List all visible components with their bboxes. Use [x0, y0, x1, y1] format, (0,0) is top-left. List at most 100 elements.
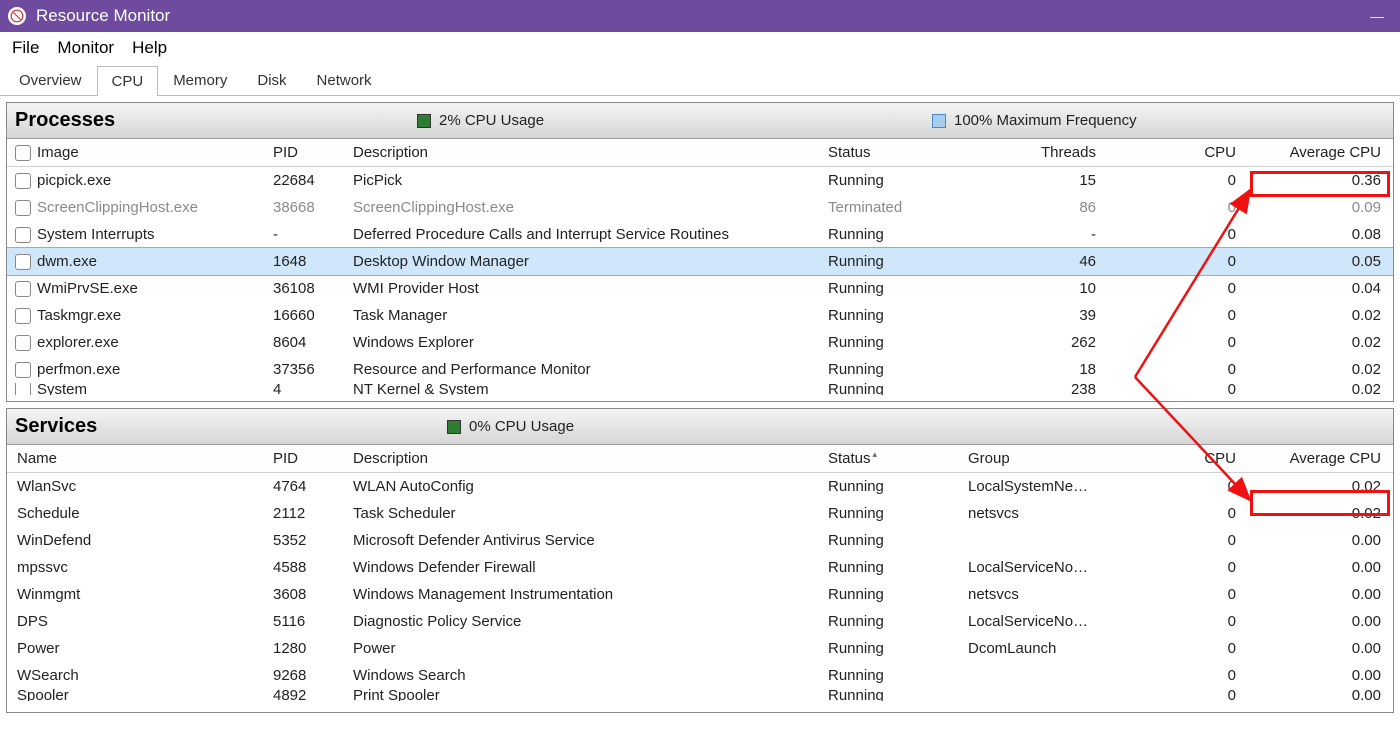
- col-pid-s[interactable]: PID: [267, 450, 347, 467]
- cell-desc: Windows Search: [347, 667, 822, 684]
- row-checkbox[interactable]: [15, 254, 31, 270]
- cell-cpu: 0: [1102, 361, 1242, 378]
- table-row[interactable]: Spooler4892Print SpoolerRunning00.00: [7, 689, 1393, 701]
- cpu-usage-text: 2% CPU Usage: [439, 112, 544, 129]
- services-cpu-swatch-icon: [447, 420, 461, 434]
- cell-desc: WMI Provider Host: [347, 280, 822, 297]
- table-row[interactable]: System Interrupts-Deferred Procedure Cal…: [7, 221, 1393, 248]
- cpu-usage-swatch-icon: [417, 114, 431, 128]
- cell-status: Running: [822, 172, 962, 189]
- menu-file[interactable]: File: [12, 38, 39, 58]
- col-group[interactable]: Group: [962, 450, 1102, 467]
- services-column-header: Name PID Description Status▴ Group CPU A…: [7, 445, 1393, 473]
- cell-cpu: 0: [1102, 253, 1242, 270]
- row-checkbox[interactable]: [15, 362, 31, 378]
- col-status[interactable]: Status: [822, 144, 962, 161]
- row-checkbox[interactable]: [15, 200, 31, 216]
- row-checkbox[interactable]: [15, 335, 31, 351]
- cell-cpu: 0: [1102, 226, 1242, 243]
- table-row[interactable]: perfmon.exe37356Resource and Performance…: [7, 356, 1393, 383]
- select-all-checkbox[interactable]: [15, 145, 31, 161]
- cell-cpu: 0: [1102, 505, 1242, 522]
- processes-header[interactable]: Processes 2% CPU Usage 100% Maximum Freq…: [7, 103, 1393, 139]
- cell-image: System: [37, 383, 87, 395]
- row-checkbox[interactable]: [15, 173, 31, 189]
- cell-cpu: 0: [1102, 640, 1242, 657]
- row-checkbox[interactable]: [15, 383, 31, 395]
- table-row[interactable]: explorer.exe8604Windows ExplorerRunning2…: [7, 329, 1393, 356]
- col-desc-s[interactable]: Description: [347, 450, 822, 467]
- cell-avg-cpu: 0.02: [1242, 505, 1387, 522]
- services-header[interactable]: Services 0% CPU Usage: [7, 409, 1393, 445]
- table-row[interactable]: dwm.exe1648Desktop Window ManagerRunning…: [7, 248, 1393, 275]
- cell-pid: 1648: [267, 253, 347, 270]
- cell-image: explorer.exe: [37, 334, 119, 351]
- tab-cpu[interactable]: CPU: [97, 66, 159, 96]
- menu-help[interactable]: Help: [132, 38, 167, 58]
- minimize-button[interactable]: —: [1370, 8, 1384, 24]
- cell-group: netsvcs: [962, 586, 1102, 603]
- cell-threads: 15: [962, 172, 1102, 189]
- table-row[interactable]: Power1280PowerRunningDcomLaunch00.00: [7, 635, 1393, 662]
- tab-memory[interactable]: Memory: [158, 65, 242, 95]
- cell-cpu: 0: [1102, 667, 1242, 684]
- table-row[interactable]: ScreenClippingHost.exe38668ScreenClippin…: [7, 194, 1393, 221]
- cell-cpu: 0: [1102, 559, 1242, 576]
- table-row[interactable]: WinDefend5352Microsoft Defender Antiviru…: [7, 527, 1393, 554]
- cell-avg-cpu: 0.08: [1242, 226, 1387, 243]
- tab-network[interactable]: Network: [302, 65, 387, 95]
- cell-status: Terminated: [822, 199, 962, 216]
- cell-desc: Power: [347, 640, 822, 657]
- col-name[interactable]: Name: [7, 450, 267, 467]
- col-description[interactable]: Description: [347, 144, 822, 161]
- menu-monitor[interactable]: Monitor: [57, 38, 114, 58]
- table-row[interactable]: Winmgmt3608Windows Management Instrument…: [7, 581, 1393, 608]
- col-status-s[interactable]: Status▴: [822, 450, 962, 467]
- cell-status: Running: [822, 383, 962, 395]
- col-avg-cpu[interactable]: Average CPU: [1242, 144, 1387, 161]
- cell-cpu: 0: [1102, 613, 1242, 630]
- cell-pid: 22684: [267, 172, 347, 189]
- titlebar: Resource Monitor —: [0, 0, 1400, 32]
- tab-overview[interactable]: Overview: [4, 65, 97, 95]
- cell-pid: 38668: [267, 199, 347, 216]
- cell-pid: -: [267, 226, 347, 243]
- table-row[interactable]: Taskmgr.exe16660Task ManagerRunning3900.…: [7, 302, 1393, 329]
- table-row[interactable]: DPS5116Diagnostic Policy ServiceRunningL…: [7, 608, 1393, 635]
- table-row[interactable]: picpick.exe22684PicPickRunning1500.36: [7, 167, 1393, 194]
- max-freq-swatch-icon: [932, 114, 946, 128]
- table-row[interactable]: System4NT Kernel & SystemRunning23800.02: [7, 383, 1393, 395]
- cell-name: WlanSvc: [7, 478, 267, 495]
- cell-avg-cpu: 0.00: [1242, 640, 1387, 657]
- table-row[interactable]: mpssvc4588Windows Defender FirewallRunni…: [7, 554, 1393, 581]
- cell-name: mpssvc: [7, 559, 267, 576]
- table-row[interactable]: WlanSvc4764WLAN AutoConfigRunningLocalSy…: [7, 473, 1393, 500]
- col-cpu-s[interactable]: CPU: [1102, 450, 1242, 467]
- cell-image: picpick.exe: [37, 172, 111, 189]
- cell-cpu: 0: [1102, 280, 1242, 297]
- table-row[interactable]: WmiPrvSE.exe36108WMI Provider HostRunnin…: [7, 275, 1393, 302]
- row-checkbox[interactable]: [15, 281, 31, 297]
- table-row[interactable]: Schedule2112Task SchedulerRunningnetsvcs…: [7, 500, 1393, 527]
- row-checkbox[interactable]: [15, 227, 31, 243]
- cell-status: Running: [822, 613, 962, 630]
- cell-avg-cpu: 0.36: [1242, 172, 1387, 189]
- cell-pid: 4764: [267, 478, 347, 495]
- cell-name: DPS: [7, 613, 267, 630]
- services-title: Services: [15, 415, 97, 438]
- col-image[interactable]: Image: [7, 144, 267, 161]
- table-row[interactable]: WSearch9268Windows SearchRunning00.00: [7, 662, 1393, 689]
- cell-status: Running: [822, 361, 962, 378]
- col-cpu[interactable]: CPU: [1102, 144, 1242, 161]
- cell-threads: -: [962, 226, 1102, 243]
- col-threads[interactable]: Threads: [962, 144, 1102, 161]
- processes-column-header: Image PID Description Status Threads CPU…: [7, 139, 1393, 167]
- cell-cpu: 0: [1102, 532, 1242, 549]
- cell-desc: Deferred Procedure Calls and Interrupt S…: [347, 226, 822, 243]
- row-checkbox[interactable]: [15, 308, 31, 324]
- cell-desc: Diagnostic Policy Service: [347, 613, 822, 630]
- cell-status: Running: [822, 307, 962, 324]
- tab-disk[interactable]: Disk: [242, 65, 301, 95]
- col-avg-cpu-s[interactable]: Average CPU: [1242, 450, 1387, 467]
- col-pid[interactable]: PID: [267, 144, 347, 161]
